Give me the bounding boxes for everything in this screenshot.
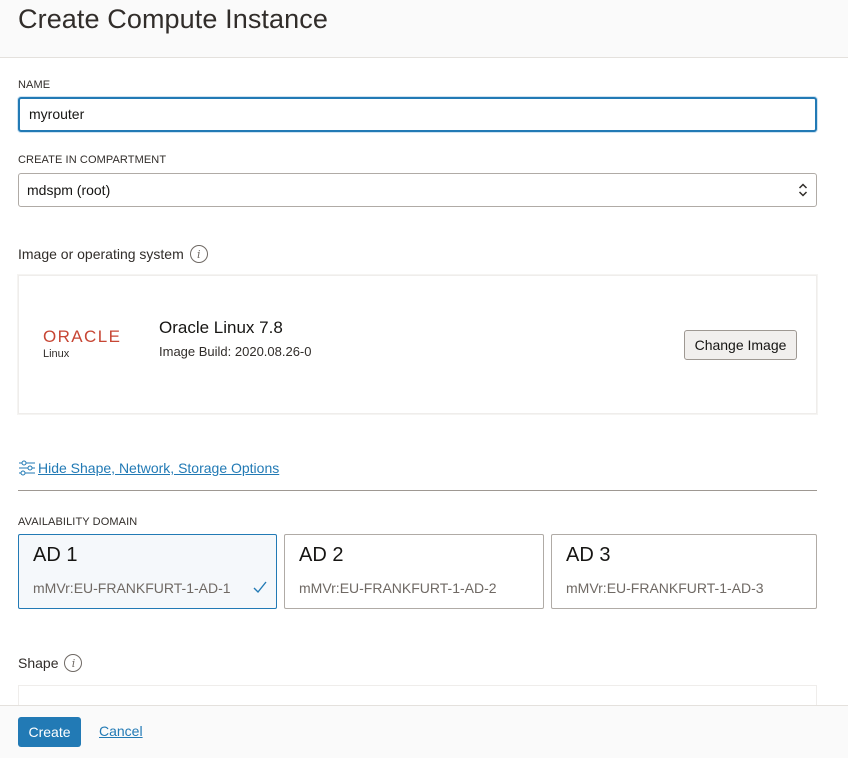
oracle-logo-text: ORACLE <box>43 327 122 346</box>
ad-subtitle: mMVr:EU-FRANKFURT-1-AD-2 <box>299 580 497 596</box>
ad-title: AD 1 <box>33 544 78 566</box>
footer-bar: Create Cancel <box>0 705 848 758</box>
create-button[interactable]: Create <box>18 717 81 747</box>
compartment-label: CREATE IN COMPARTMENT <box>18 154 167 166</box>
cancel-link[interactable]: Cancel <box>99 723 143 739</box>
image-section-label: Image or operating system <box>18 246 184 262</box>
ad-card-1[interactable]: AD 1 mMVr:EU-FRANKFURT-1-AD-1 <box>18 534 277 609</box>
compartment-select[interactable]: mdspm (root) <box>18 173 817 207</box>
page-title: Create Compute Instance <box>18 4 328 34</box>
availability-domain-label: AVAILABILITY DOMAIN <box>18 516 138 528</box>
ad-card-2[interactable]: AD 2 mMVr:EU-FRANKFURT-1-AD-2 <box>284 534 544 609</box>
info-icon[interactable]: i <box>64 654 83 672</box>
name-label: NAME <box>18 79 51 91</box>
page-header: Create Compute Instance <box>0 0 848 58</box>
section-divider <box>18 490 817 491</box>
image-card: ORACLE Linux Oracle Linux 7.8 Image Buil… <box>18 275 817 414</box>
form-content[interactable]: NAME myrouter CREATE IN COMPARTMENT mdsp… <box>0 59 848 705</box>
info-icon[interactable]: i <box>189 245 208 263</box>
shape-card <box>18 685 817 705</box>
os-name: Oracle Linux 7.8 <box>159 318 283 337</box>
shape-section-label: Shape <box>18 655 59 671</box>
select-arrows-icon <box>798 183 808 197</box>
ad-subtitle: mMVr:EU-FRANKFURT-1-AD-3 <box>566 580 764 596</box>
ad-card-3[interactable]: AD 3 mMVr:EU-FRANKFURT-1-AD-3 <box>551 534 817 609</box>
oracle-logo-subtext: Linux <box>43 348 70 360</box>
sliders-icon <box>19 460 35 476</box>
ad-title: AD 3 <box>566 544 611 566</box>
hide-options-label: Hide Shape, Network, Storage Options <box>38 460 280 476</box>
ad-subtitle: mMVr:EU-FRANKFURT-1-AD-1 <box>33 580 231 596</box>
oracle-linux-logo: ORACLE Linux <box>43 328 121 360</box>
os-build: Image Build: 2020.08.26-0 <box>159 344 312 359</box>
hide-options-link[interactable]: Hide Shape, Network, Storage Options <box>18 460 279 476</box>
image-section-title: Image or operating system i <box>18 245 208 263</box>
compartment-value: mdspm (root) <box>27 182 111 198</box>
shape-section-title: Shape i <box>18 654 83 672</box>
ad-title: AD 2 <box>299 544 344 566</box>
checkmark-icon <box>253 581 267 594</box>
name-input[interactable]: myrouter <box>18 97 817 132</box>
change-image-button[interactable]: Change Image <box>684 330 797 360</box>
